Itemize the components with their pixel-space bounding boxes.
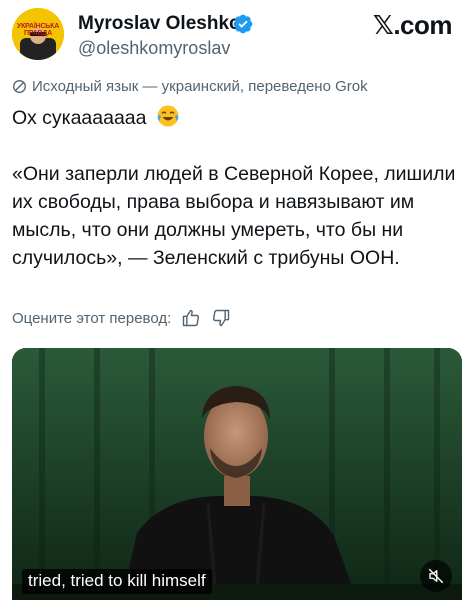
rate-translation-row: Оцените этот перевод: [12,308,231,328]
author-name[interactable]: Myroslav Oleshko [78,13,241,35]
rate-translation-label: Оцените этот перевод: [12,309,172,327]
mute-button[interactable] [420,560,452,592]
x-logo-icon: 𝕏 [372,11,394,41]
author-handle[interactable]: @oleshkomyroslav [78,38,230,59]
brand-logo: 𝕏.com [372,10,453,41]
tweet-quote: «Они заперли людей в Северной Корее, лиш… [12,163,456,269]
avatar[interactable]: УКРАЇНСЬКА ПРАВДА [12,8,64,60]
avatar-text: УКРАЇНСЬКА ПРАВДА [16,23,60,37]
video-caption: tried, tried to kill himself [22,569,212,594]
translate-icon [13,80,26,93]
video-frame-image [12,348,462,600]
thumbs-down-icon[interactable] [211,308,231,328]
muted-speaker-icon [428,568,444,584]
tweet-text: Ох сукааааааа «Они заперли людей в Север… [12,104,462,272]
face-with-tears-of-joy-icon [157,105,179,127]
thumbs-up-icon[interactable] [181,308,201,328]
translation-note: Исходный язык — украинский, переведено G… [12,78,368,95]
video-player[interactable]: tried, tried to kill himself [12,348,462,600]
tweet-first-line-text: Ох сукааааааа [12,107,147,129]
verified-badge-icon [233,14,253,34]
tweet-first-line: Ох сукааааааа [12,104,462,132]
brand-suffix: .com [393,10,452,40]
translation-note-text: Исходный язык — украинский, переведено G… [32,78,368,95]
